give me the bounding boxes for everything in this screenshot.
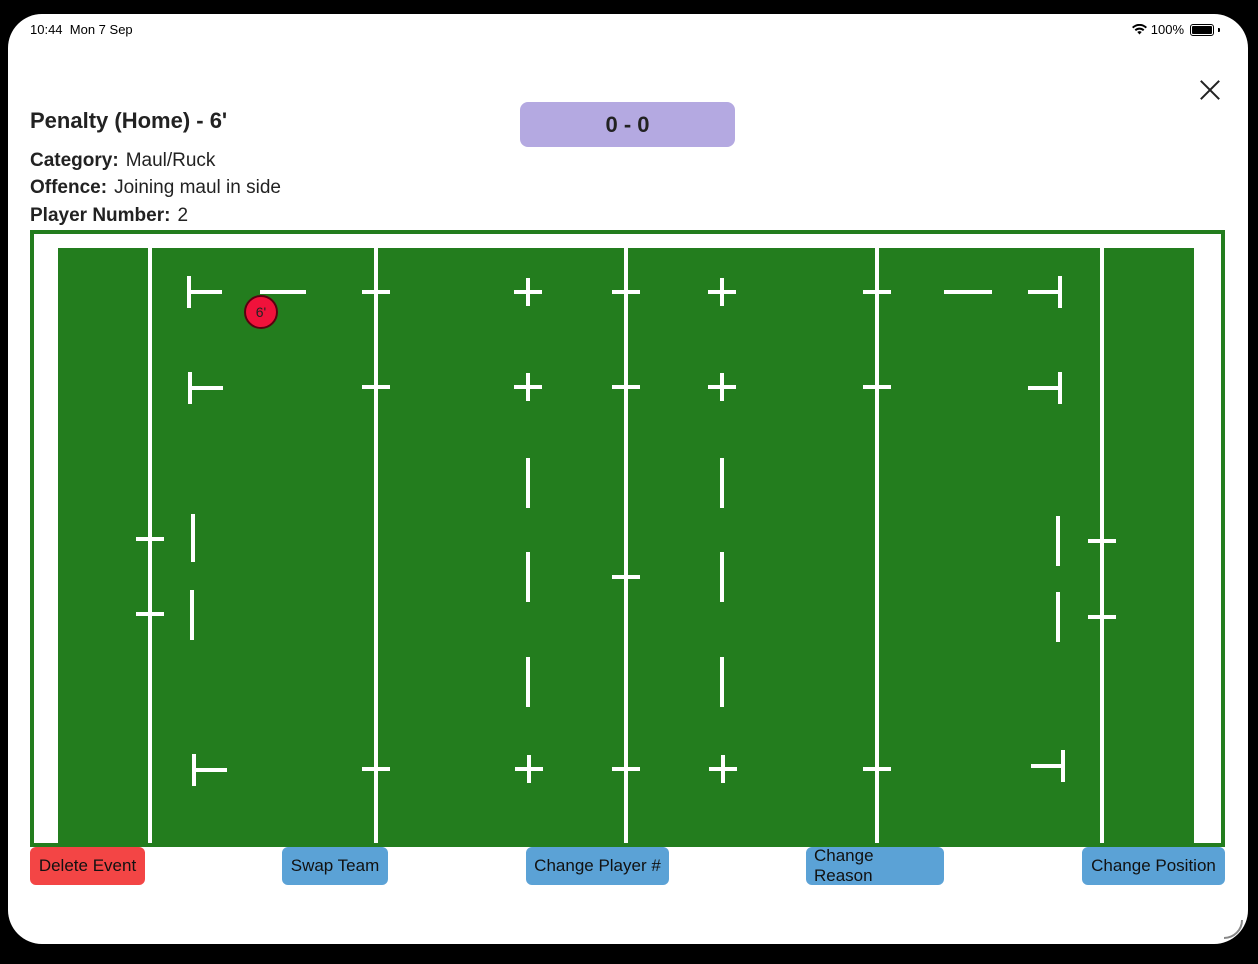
category-value: Maul/Ruck (125, 150, 216, 171)
change-player-button[interactable]: Change Player # (526, 847, 669, 885)
offence-label: Offence: (30, 177, 108, 198)
change-reason-button[interactable]: Change Reason (806, 846, 944, 885)
category-label: Category: (30, 150, 119, 171)
player-number-label: Player Number: (30, 205, 171, 226)
rugby-pitch[interactable] (30, 230, 1225, 847)
status-time: 10:44 (30, 22, 63, 37)
category-row: Category: Maul/Ruck (30, 150, 215, 172)
pitch-markings (58, 248, 1194, 843)
battery-icon (1190, 23, 1214, 36)
battery-tip (1218, 27, 1220, 32)
status-bar-right: 100% (1131, 22, 1220, 37)
wifi-icon (1131, 24, 1147, 35)
score-display: 0 - 0 (520, 102, 735, 147)
app-window: 10:44 Mon 7 Sep 100% Penalty (Home) - 6'… (8, 14, 1248, 944)
event-title: Penalty (Home) - 6' (30, 108, 228, 133)
status-bar-time: 10:44 Mon 7 Sep (30, 22, 133, 37)
close-button[interactable] (1196, 76, 1224, 104)
offence-value: Joining maul in side (114, 177, 281, 198)
delete-event-button[interactable]: Delete Event (30, 847, 145, 885)
offence-row: Offence: Joining maul in side (30, 177, 281, 199)
player-number-row: Player Number: 2 (30, 205, 188, 227)
swap-team-button[interactable]: Swap Team (282, 847, 388, 885)
battery-percent: 100% (1150, 22, 1184, 37)
resize-handle-icon (1223, 919, 1243, 939)
event-position-marker[interactable]: 6' (244, 295, 278, 329)
player-number-value: 2 (177, 205, 189, 226)
change-position-button[interactable]: Change Position (1082, 847, 1225, 885)
status-date: Mon 7 Sep (69, 22, 133, 37)
